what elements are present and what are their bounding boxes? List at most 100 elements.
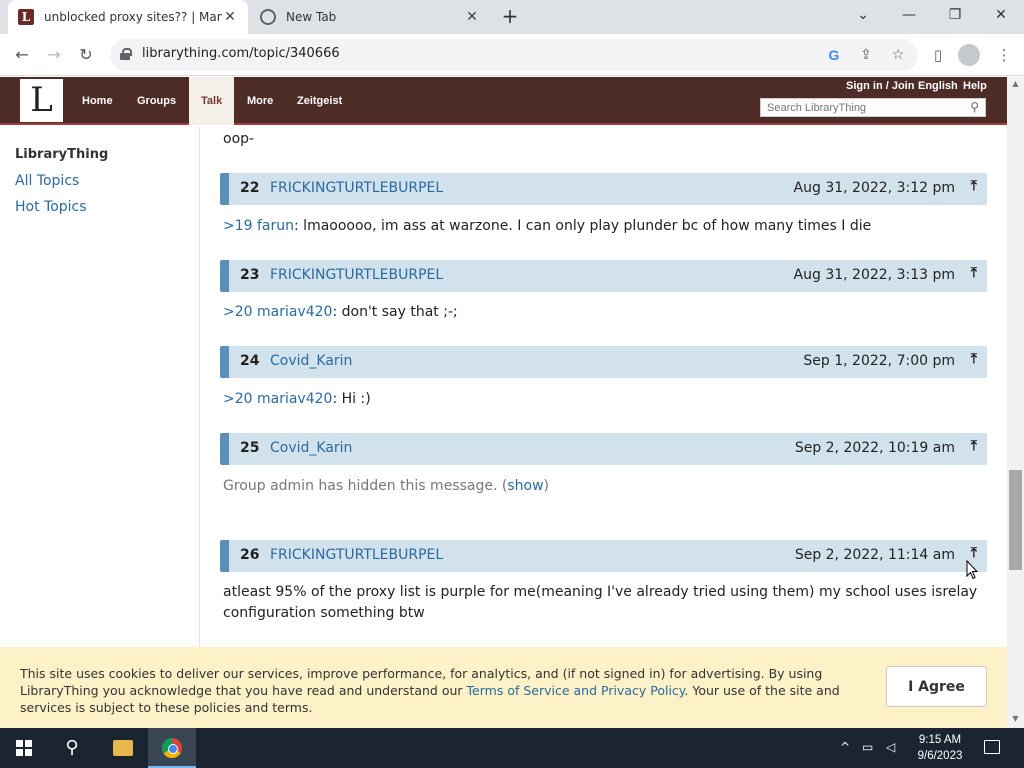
lock-icon[interactable]	[120, 48, 132, 60]
show-hidden-link[interactable]: show	[507, 478, 543, 494]
post-header: 22 FRICKINGTURTLEBURPEL Aug 31, 2022, 3:…	[220, 173, 987, 205]
start-button[interactable]	[0, 728, 48, 768]
scroll-up-icon[interactable]: ▲	[1007, 79, 1024, 88]
post-header: 26 FRICKINGTURTLEBURPEL Sep 2, 2022, 11:…	[220, 540, 987, 572]
post-number: 25	[240, 440, 260, 456]
forward-button[interactable]: →	[42, 43, 66, 67]
nav-more[interactable]: More	[247, 77, 273, 125]
chevron-up-icon[interactable]: ^	[840, 740, 850, 754]
nav-home[interactable]: Home	[82, 77, 113, 125]
post-date: Sep 1, 2022, 7:00 pm	[803, 353, 955, 369]
new-tab-button[interactable]: +	[498, 5, 522, 29]
volume-muted-icon[interactable]: ◁	[886, 740, 895, 754]
browser-tab-strip: L unblocked proxy sites?? | Manga ✕ New …	[0, 0, 1024, 34]
post-reference-link[interactable]: >20 mariav420	[223, 391, 332, 407]
post-body-text: : lmaooooo, im ass at warzone. I can onl…	[294, 218, 872, 234]
globe-icon	[260, 9, 276, 25]
network-icon[interactable]: ▭	[862, 740, 873, 754]
clock-time: 9:15 AM	[918, 734, 962, 746]
notifications-icon[interactable]	[984, 740, 1000, 754]
sidebar-item-all-topics[interactable]: All Topics	[15, 173, 79, 189]
post-reference-link[interactable]: >19 farun	[223, 218, 294, 234]
search-icon[interactable]: ⚲	[970, 100, 979, 114]
browser-tab-new[interactable]: New Tab ✕	[250, 0, 490, 34]
post-date: Aug 31, 2022, 3:12 pm	[793, 180, 955, 196]
post-number: 22	[240, 180, 260, 196]
tab-search-chevron-icon[interactable]: ⌄	[840, 0, 886, 30]
scroll-to-top-icon[interactable]: ⤒	[971, 178, 977, 194]
chrome-icon	[162, 738, 182, 758]
terms-of-service-link[interactable]: Terms of Service and Privacy Policy	[467, 683, 685, 698]
post-body-text: atleast 95% of the proxy list is purple …	[223, 584, 978, 621]
windows-icon	[16, 740, 32, 756]
close-window-button[interactable]: ✕	[978, 0, 1024, 30]
site-search-input[interactable]	[761, 99, 951, 116]
menu-kebab-icon[interactable]: ⋮	[992, 43, 1016, 67]
search-icon[interactable]: ⚲	[48, 728, 96, 768]
back-button[interactable]: ←	[10, 43, 34, 67]
browser-tab-active[interactable]: L unblocked proxy sites?? | Manga ✕	[8, 0, 248, 34]
post-author-link[interactable]: FRICKINGTURTLEBURPEL	[270, 547, 443, 563]
close-tab-icon[interactable]: ✕	[464, 9, 480, 25]
tab-title: unblocked proxy sites?? | Manga	[44, 10, 222, 24]
scrollbar-thumb[interactable]	[1009, 470, 1022, 570]
nav-groups[interactable]: Groups	[137, 77, 176, 125]
post-date: Sep 2, 2022, 10:19 am	[794, 440, 955, 456]
post-number: 24	[240, 353, 260, 369]
post-number: 26	[240, 547, 260, 563]
browser-toolbar: ← → ↻ librarything.com/topic/340666 G ⇪ …	[0, 34, 1024, 76]
site-header: L Home Groups Talk More Zeitgeist Sign i…	[0, 77, 1007, 125]
post-body-text: : Hi :)	[332, 391, 371, 407]
sidebar-item-hot-topics[interactable]: Hot Topics	[15, 199, 87, 215]
post-author-link[interactable]: Covid_Karin	[270, 353, 352, 369]
post-body: >20 mariav420: Hi :)	[223, 389, 983, 410]
librarything-logo[interactable]: L	[20, 79, 63, 122]
post-body-text: : don't say that ;-;	[332, 304, 458, 320]
site-search[interactable]: ⚲	[760, 98, 986, 117]
scroll-down-icon[interactable]: ▼	[1007, 714, 1024, 723]
share-icon[interactable]: ⇪	[856, 45, 876, 65]
post-reference-link[interactable]: >20 mariav420	[223, 304, 332, 320]
post-author-link[interactable]: FRICKINGTURTLEBURPEL	[270, 180, 443, 196]
scroll-to-top-icon[interactable]: ⤒	[971, 265, 977, 281]
sidebar: LibraryThing All Topics Hot Topics	[0, 127, 200, 647]
language-link[interactable]: English	[918, 80, 958, 92]
scroll-to-top-icon[interactable]: ⤒	[971, 545, 977, 561]
post-header: 23 FRICKINGTURTLEBURPEL Aug 31, 2022, 3:…	[220, 260, 987, 292]
scroll-to-top-icon[interactable]: ⤒	[971, 438, 977, 454]
side-panel-icon[interactable]: ▯	[926, 43, 950, 67]
post-number: 23	[240, 267, 260, 283]
url-text[interactable]: librarything.com/topic/340666	[142, 46, 340, 61]
cookie-banner: This site uses cookies to deliver our se…	[0, 647, 1007, 728]
post-author-link[interactable]: FRICKINGTURTLEBURPEL	[270, 267, 443, 283]
sign-in-link[interactable]: Sign in / Join	[846, 80, 914, 92]
post-author-link[interactable]: Covid_Karin	[270, 440, 352, 456]
nav-talk[interactable]: Talk	[189, 77, 235, 125]
restore-button[interactable]: ❐	[932, 0, 978, 30]
folder-icon	[113, 740, 133, 756]
close-tab-icon[interactable]: ✕	[222, 9, 238, 25]
system-clock[interactable]: 9:15 AM 9/6/2023	[912, 732, 968, 764]
sidebar-title: LibraryThing	[15, 147, 109, 162]
post-body: >19 farun: lmaooooo, im ass at warzone. …	[223, 216, 983, 237]
address-bar[interactable]: librarything.com/topic/340666 G ⇪ ☆	[110, 39, 918, 71]
help-link[interactable]: Help	[963, 80, 987, 92]
file-explorer-button[interactable]	[98, 728, 146, 768]
tab-title: New Tab	[286, 10, 337, 24]
reload-button[interactable]: ↻	[74, 43, 98, 67]
scroll-to-top-icon[interactable]: ⤒	[971, 351, 977, 367]
page-scrollbar[interactable]: ▲ ▼	[1007, 77, 1024, 728]
agree-button[interactable]: I Agree	[886, 666, 987, 707]
nav-zeitgeist[interactable]: Zeitgeist	[297, 77, 342, 125]
post-date: Sep 2, 2022, 11:14 am	[794, 547, 955, 563]
post-header: 24 Covid_Karin Sep 1, 2022, 7:00 pm ⤒	[220, 346, 987, 378]
bookmark-star-icon[interactable]: ☆	[888, 45, 908, 65]
post-header: 25 Covid_Karin Sep 2, 2022, 10:19 am ⤒	[220, 433, 987, 465]
post-date: Aug 31, 2022, 3:13 pm	[793, 267, 955, 283]
post-body: >20 mariav420: don't say that ;-;	[223, 302, 983, 323]
minimize-button[interactable]: —	[886, 0, 932, 30]
google-icon[interactable]: G	[824, 45, 844, 65]
hidden-message-notice: Group admin has hidden this message. (sh…	[223, 478, 549, 494]
profile-avatar-icon[interactable]	[958, 44, 980, 66]
clock-date: 9/6/2023	[917, 750, 963, 762]
